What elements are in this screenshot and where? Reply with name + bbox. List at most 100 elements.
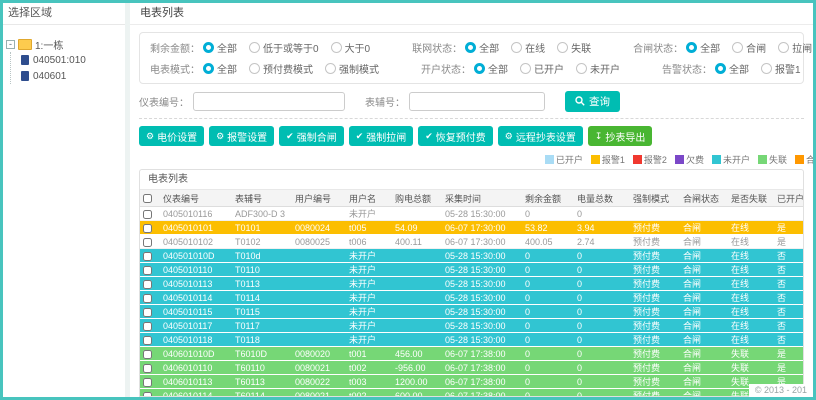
row-checkbox[interactable] xyxy=(143,265,152,275)
radio-option[interactable]: 已开户 xyxy=(520,61,564,76)
radio-option[interactable]: 预付费模式 xyxy=(249,61,313,76)
remote-reading-settings-button[interactable]: ⚙ 远程抄表设置 xyxy=(497,126,583,146)
row-checkbox[interactable] xyxy=(143,377,152,387)
radio-icon[interactable] xyxy=(330,42,342,53)
row-checkbox[interactable] xyxy=(143,237,152,247)
cell: 合闸 xyxy=(680,304,728,319)
radio-icon[interactable] xyxy=(249,63,260,74)
radio-icon[interactable] xyxy=(520,63,531,74)
radio-option[interactable]: 全部 xyxy=(203,61,237,76)
tree-node-label[interactable]: 040501:010 xyxy=(33,55,86,66)
radio-icon[interactable] xyxy=(511,42,523,53)
tree-node-root[interactable]: 1:一栋 xyxy=(6,36,122,52)
table-row: 0406010113 T60113 0080022 t003 1200.00 06-07 … xyxy=(140,374,803,389)
tree-node-label[interactable]: 1:一栋 xyxy=(35,37,63,52)
radio-icon[interactable] xyxy=(249,42,260,53)
select-all-checkbox[interactable] xyxy=(143,194,152,204)
radio-option[interactable]: 全部 xyxy=(465,40,499,55)
radio-option[interactable]: 全部 xyxy=(686,40,720,55)
cell: 未开户 xyxy=(346,332,392,347)
radio-option[interactable]: 合闸 xyxy=(732,40,766,55)
cell: t006 xyxy=(346,234,392,249)
restore-prepaid-button[interactable]: ✔ 恢复预付费 xyxy=(418,126,493,146)
radio-label: 失联 xyxy=(571,44,592,55)
aux-number-input[interactable] xyxy=(409,91,545,111)
legend-item: 报警1 xyxy=(590,153,625,166)
cell xyxy=(392,304,442,319)
price-settings-button[interactable]: ⚙ 电价设置 xyxy=(139,126,205,146)
row-checkbox[interactable] xyxy=(143,363,152,373)
sidebar-title: 选择区域 xyxy=(3,3,125,25)
cell: 600.00 xyxy=(392,388,442,396)
radio-icon[interactable] xyxy=(474,63,485,74)
radio-icon[interactable] xyxy=(465,42,477,53)
radio-icon[interactable] xyxy=(732,42,744,53)
row-checkbox[interactable] xyxy=(143,349,152,359)
row-checkbox[interactable] xyxy=(143,391,152,396)
radio-option[interactable]: 全部 xyxy=(474,61,508,76)
radio-label: 在线 xyxy=(525,44,546,55)
filter-label: 开户状态： xyxy=(421,65,471,76)
radio-icon[interactable] xyxy=(557,42,569,53)
radio-label: 强制模式 xyxy=(339,65,379,76)
tree-node[interactable]: 040501:010 xyxy=(21,52,122,68)
cell: T0118 xyxy=(232,332,292,347)
legend-swatch xyxy=(674,155,684,164)
radio-option[interactable]: 失联 xyxy=(557,40,591,55)
radio-icon[interactable] xyxy=(325,63,336,74)
radio-icon[interactable] xyxy=(778,42,790,53)
radio-option[interactable]: 全部 xyxy=(203,40,237,55)
row-checkbox[interactable] xyxy=(143,209,152,219)
tree-node[interactable]: 040601 xyxy=(21,68,122,84)
cell: 0 xyxy=(574,332,630,347)
radio-icon[interactable] xyxy=(576,63,587,74)
meter-number-input[interactable] xyxy=(193,91,345,111)
tree-expand-toggle-icon[interactable] xyxy=(6,39,15,49)
cell: 否 xyxy=(774,248,803,263)
radio-option[interactable]: 报警1 xyxy=(761,61,801,76)
cell: 06-07 17:38:00 xyxy=(442,388,522,396)
radio-option[interactable]: 大于0 xyxy=(330,40,370,55)
radio-option[interactable]: 低于或等于0 xyxy=(249,40,319,55)
cell: 在线 xyxy=(728,234,774,249)
row-checkbox[interactable] xyxy=(143,307,152,317)
radio-icon[interactable] xyxy=(203,42,214,53)
tree-node-label[interactable]: 040601 xyxy=(33,71,66,82)
legend-label: 未开户 xyxy=(722,155,750,165)
row-checkbox[interactable] xyxy=(143,335,152,345)
cell: 否 xyxy=(774,290,803,305)
radio-option[interactable]: 未开户 xyxy=(576,61,620,76)
cell: 在线 xyxy=(728,332,774,347)
cell: 06-07 17:38:00 xyxy=(442,360,522,375)
cell: T0102 xyxy=(232,234,292,249)
radio-label: 预付费模式 xyxy=(263,65,313,76)
radio-icon[interactable] xyxy=(203,63,214,74)
radio-icon[interactable] xyxy=(715,63,726,74)
row-checkbox[interactable] xyxy=(143,223,152,233)
legend-label: 报警2 xyxy=(643,155,667,165)
radio-icon[interactable] xyxy=(686,42,698,53)
radio-option[interactable]: 拉闸 xyxy=(778,40,812,55)
force-close-gate-button[interactable]: ✔ 强制合闸 xyxy=(279,126,344,146)
cell: 0 xyxy=(574,262,630,277)
alarm-settings-button[interactable]: ⚙ 报警设置 xyxy=(209,126,275,146)
radio-option[interactable]: 强制模式 xyxy=(325,61,379,76)
cell xyxy=(392,276,442,291)
row-checkbox[interactable] xyxy=(143,321,152,331)
row-checkbox[interactable] xyxy=(143,293,152,303)
row-checkbox[interactable] xyxy=(143,251,152,261)
cell: 合闸 xyxy=(680,220,728,235)
force-open-gate-button[interactable]: ✔ 强制拉闸 xyxy=(348,126,414,146)
row-checkbox[interactable] xyxy=(143,279,152,289)
cell: 05-28 15:30:00 xyxy=(442,262,522,277)
radio-icon[interactable] xyxy=(761,63,772,74)
checkbox-cell xyxy=(140,346,160,361)
query-button[interactable]: 查询 xyxy=(565,90,620,112)
meter-reading-export-button[interactable]: ↧ 抄表导出 xyxy=(587,126,653,146)
radio-option[interactable]: 全部 xyxy=(715,61,749,76)
filter-row: 剩余金额： 全部 低于或等于0 大于0 联网状态： 全部 在线 失联 合闸状态： 全部 合闸 拉闸 xyxy=(150,37,812,58)
cell: 合闸 xyxy=(680,290,728,305)
radio-option[interactable]: 在线 xyxy=(511,40,545,55)
button-label: 电价设置 xyxy=(157,132,198,144)
copyright: © 2013 - 201 xyxy=(748,384,809,397)
